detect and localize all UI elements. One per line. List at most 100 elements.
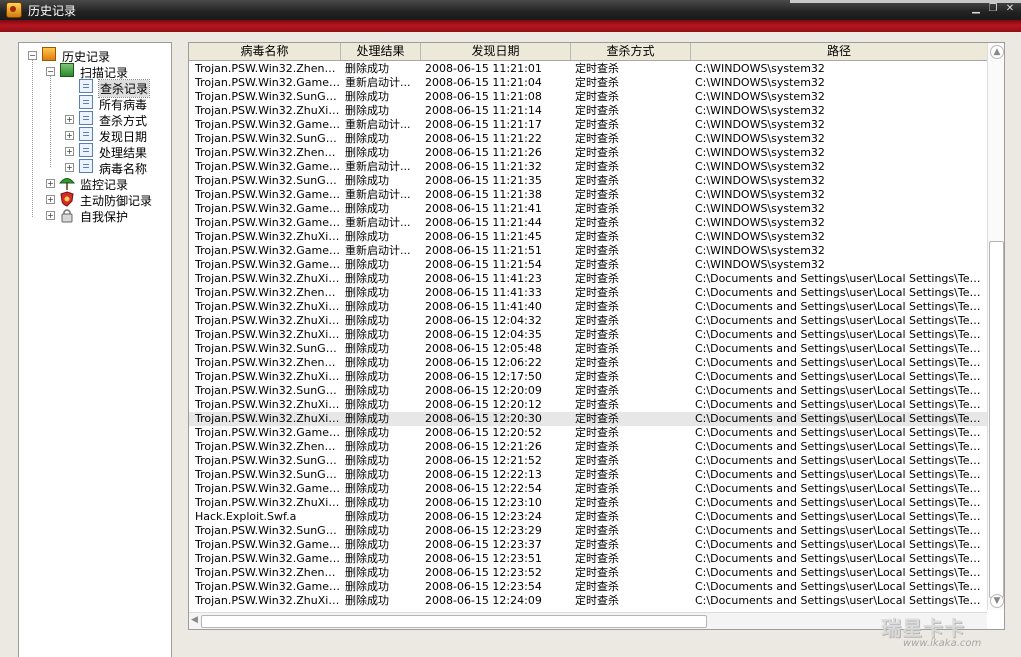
table-row[interactable]: Trojan.PSW.Win32.ZhuXian... 删除成功 2008-06-1… bbox=[189, 594, 987, 608]
scroll-thumb[interactable] bbox=[989, 241, 1004, 598]
column-header-scan-method[interactable]: 查杀方式 bbox=[571, 43, 691, 60]
cell-path: C:\Documents and Settings\user\Local Set… bbox=[695, 356, 987, 369]
scroll-thumb[interactable] bbox=[201, 615, 707, 628]
table-row[interactable]: Trojan.PSW.Win32.SunGam... 删除成功 2008-06-15… bbox=[189, 90, 987, 104]
column-header-result[interactable]: 处理结果 bbox=[341, 43, 421, 60]
cell-found-date: 2008-06-15 12:22:54 bbox=[425, 482, 542, 495]
table-row[interactable]: Trojan.PSW.Win32.SunGam... 删除成功 2008-06-15… bbox=[189, 132, 987, 146]
table-row[interactable]: Trojan.PSW.Win32.GameO... 重新启动计... 2008-06… bbox=[189, 244, 987, 258]
table-row[interactable]: Trojan.PSW.Win32.ZhengT... 删除成功 2008-06-15… bbox=[189, 440, 987, 454]
collapse-toggle-icon[interactable]: − bbox=[46, 67, 55, 76]
column-header-path[interactable]: 路径 bbox=[691, 43, 987, 60]
table-row[interactable]: Trojan.PSW.Win32.SunGam... 删除成功 2008-06-15… bbox=[189, 174, 987, 188]
expand-toggle-icon[interactable]: + bbox=[65, 115, 74, 124]
table-row[interactable]: Trojan.PSW.Win32.ZhuXian... 删除成功 2008-06-1… bbox=[189, 398, 987, 412]
cell-found-date: 2008-06-15 11:21:14 bbox=[425, 104, 542, 117]
cell-found-date: 2008-06-15 12:04:35 bbox=[425, 328, 542, 341]
table-row[interactable]: Trojan.PSW.Win32.ZhuXian... 删除成功 2008-06-1… bbox=[189, 314, 987, 328]
cell-found-date: 2008-06-15 11:21:41 bbox=[425, 202, 542, 215]
cell-path: C:\Documents and Settings\user\Local Set… bbox=[695, 552, 987, 565]
cell-found-date: 2008-06-15 11:21:45 bbox=[425, 230, 542, 243]
table-row[interactable]: Trojan.PSW.Win32.SunGam... 删除成功 2008-06-15… bbox=[189, 524, 987, 538]
collapse-toggle-icon[interactable]: − bbox=[28, 51, 37, 60]
cell-found-date: 2008-06-15 11:21:51 bbox=[425, 244, 542, 257]
table-row[interactable]: Trojan.PSW.Win32.SunGam... 删除成功 2008-06-15… bbox=[189, 384, 987, 398]
cell-found-date: 2008-06-15 12:20:52 bbox=[425, 426, 542, 439]
table-row[interactable]: Trojan.PSW.Win32.ZhuXian... 删除成功 2008-06-1… bbox=[189, 272, 987, 286]
table-row[interactable]: Trojan.PSW.Win32.ZhuXian... 删除成功 2008-06-1… bbox=[189, 300, 987, 314]
table-row[interactable]: Trojan.PSW.Win32.GameO... 删除成功 2008-06-15 … bbox=[189, 482, 987, 496]
tree-label: 监控记录 bbox=[80, 178, 129, 192]
expand-toggle-icon[interactable]: + bbox=[46, 211, 55, 220]
table-row[interactable]: Trojan.PSW.Win32.GameO... 重新启动计... 2008-06… bbox=[189, 160, 987, 174]
cell-scan-method: 定时查杀 bbox=[575, 468, 619, 481]
cell-result: 删除成功 bbox=[345, 538, 389, 551]
table-row[interactable]: Trojan.PSW.Win32.GameO... 删除成功 2008-06-15 … bbox=[189, 258, 987, 272]
scroll-left-icon[interactable]: ◀ bbox=[191, 615, 198, 625]
table-row[interactable]: Hack.Exploit.Swf.a 删除成功 2008-06-15 12:23:2… bbox=[189, 510, 987, 524]
table-row[interactable]: Trojan.PSW.Win32.ZhengT... 删除成功 2008-06-15… bbox=[189, 146, 987, 160]
minimize-button[interactable]: ▁ bbox=[970, 3, 982, 15]
cell-result: 删除成功 bbox=[345, 132, 389, 145]
table-row[interactable]: Trojan.PSW.Win32.ZhengT... 删除成功 2008-06-15… bbox=[189, 566, 987, 580]
watermark-url: www.ikaka.com bbox=[903, 638, 982, 649]
cell-virus-name: Trojan.PSW.Win32.ZhuXian... bbox=[195, 230, 341, 243]
table-row[interactable]: Trojan.PSW.Win32.GameO... 删除成功 2008-06-15 … bbox=[189, 426, 987, 440]
history-tree-panel: − 历史记录 − 扫描记录 查杀记录 所有病毒 + 查杀方式 + 发现日期 + … bbox=[18, 42, 172, 657]
table-row[interactable]: Trojan.PSW.Win32.ZhuXian... 删除成功 2008-06-1… bbox=[189, 412, 987, 426]
table-row[interactable]: Trojan.PSW.Win32.GameO... 删除成功 2008-06-15 … bbox=[189, 538, 987, 552]
table-row[interactable]: Trojan.PSW.Win32.GameO... 重新启动计... 2008-06… bbox=[189, 188, 987, 202]
table-row[interactable]: Trojan.PSW.Win32.GameO... 重新启动计... 2008-06… bbox=[189, 118, 987, 132]
cell-result: 删除成功 bbox=[345, 202, 389, 215]
cell-scan-method: 定时查杀 bbox=[575, 244, 619, 257]
table-row[interactable]: Trojan.PSW.Win32.GameO... 删除成功 2008-06-15 … bbox=[189, 552, 987, 566]
tree-label: 所有病毒 bbox=[99, 98, 148, 112]
table-row[interactable]: Trojan.PSW.Win32.SunGam... 删除成功 2008-06-15… bbox=[189, 468, 987, 482]
cell-scan-method: 定时查杀 bbox=[575, 76, 619, 89]
column-header-found-date[interactable]: 发现日期 bbox=[421, 43, 571, 60]
table-row[interactable]: Trojan.PSW.Win32.GameO... 重新启动计... 2008-06… bbox=[189, 216, 987, 230]
tree-label: 发现日期 bbox=[99, 130, 148, 144]
cell-virus-name: Trojan.PSW.Win32.SunGam... bbox=[195, 454, 341, 467]
cell-found-date: 2008-06-15 11:21:01 bbox=[425, 62, 542, 75]
table-row[interactable]: Trojan.PSW.Win32.SunGam... 删除成功 2008-06-15… bbox=[189, 342, 987, 356]
title-bar: 历史记录 ▁ ❐ ✕ bbox=[0, 0, 1021, 20]
table-row[interactable]: Trojan.PSW.Win32.ZhuXian... 删除成功 2008-06-1… bbox=[189, 496, 987, 510]
close-button[interactable]: ✕ bbox=[1004, 3, 1016, 15]
cell-result: 删除成功 bbox=[345, 62, 389, 75]
table-row[interactable]: Trojan.PSW.Win32.ZhengT... 删除成功 2008-06-15… bbox=[189, 356, 987, 370]
maximize-button[interactable]: ❐ bbox=[987, 3, 999, 15]
cell-result: 删除成功 bbox=[345, 468, 389, 481]
scroll-down-icon[interactable]: ▼ bbox=[990, 594, 1004, 608]
cell-found-date: 2008-06-15 11:21:26 bbox=[425, 146, 542, 159]
table-row[interactable]: Trojan.PSW.Win32.GameO... 删除成功 2008-06-15 … bbox=[189, 202, 987, 216]
column-header-virus-name[interactable]: 病毒名称 bbox=[189, 43, 341, 60]
expand-toggle-icon[interactable]: + bbox=[65, 131, 74, 140]
expand-toggle-icon[interactable]: + bbox=[65, 147, 74, 156]
table-row[interactable]: Trojan.PSW.Win32.ZhuXian... 删除成功 2008-06-1… bbox=[189, 328, 987, 342]
table-row[interactable]: Trojan.PSW.Win32.ZhuXian... 删除成功 2008-06-1… bbox=[189, 370, 987, 384]
cell-result: 重新启动计... bbox=[345, 76, 411, 89]
cell-result: 删除成功 bbox=[345, 174, 389, 187]
table-row[interactable]: Trojan.PSW.Win32.ZhengT... 删除成功 2008-06-15… bbox=[189, 286, 987, 300]
table-row[interactable]: Trojan.PSW.Win32.GameO... 删除成功 2008-06-15 … bbox=[189, 580, 987, 594]
cell-path: C:\WINDOWS\system32 bbox=[695, 230, 825, 243]
vertical-scrollbar[interactable]: ▲ ▼ bbox=[987, 43, 1004, 610]
cell-path: C:\Documents and Settings\user\Local Set… bbox=[695, 412, 987, 425]
table-row[interactable]: Trojan.PSW.Win32.GameO... 重新启动计... 2008-06… bbox=[189, 76, 987, 90]
table-row[interactable]: Trojan.PSW.Win32.ZhengT... 删除成功 2008-06-15… bbox=[189, 62, 987, 76]
virus-records-list: 病毒名称 处理结果 发现日期 查杀方式 路径 Trojan.PSW.Win32.… bbox=[188, 42, 1005, 630]
scroll-up-icon[interactable]: ▲ bbox=[990, 45, 1004, 59]
expand-toggle-icon[interactable]: + bbox=[65, 163, 74, 172]
expand-toggle-icon[interactable]: + bbox=[46, 195, 55, 204]
cell-path: C:\WINDOWS\system32 bbox=[695, 216, 825, 229]
horizontal-scrollbar[interactable]: ◀ bbox=[189, 612, 987, 629]
table-row[interactable]: Trojan.PSW.Win32.ZhuXian... 删除成功 2008-06-1… bbox=[189, 230, 987, 244]
cell-virus-name: Trojan.PSW.Win32.GameO... bbox=[195, 580, 341, 593]
table-row[interactable]: Trojan.PSW.Win32.ZhuXian... 删除成功 2008-06-1… bbox=[189, 104, 987, 118]
cell-virus-name: Trojan.PSW.Win32.ZhuXian... bbox=[195, 272, 341, 285]
table-row[interactable]: Trojan.PSW.Win32.SunGam... 删除成功 2008-06-15… bbox=[189, 454, 987, 468]
list-rows: Trojan.PSW.Win32.ZhengT... 删除成功 2008-06-15… bbox=[189, 62, 987, 610]
expand-toggle-icon[interactable]: + bbox=[46, 179, 55, 188]
cell-found-date: 2008-06-15 12:20:09 bbox=[425, 384, 542, 397]
